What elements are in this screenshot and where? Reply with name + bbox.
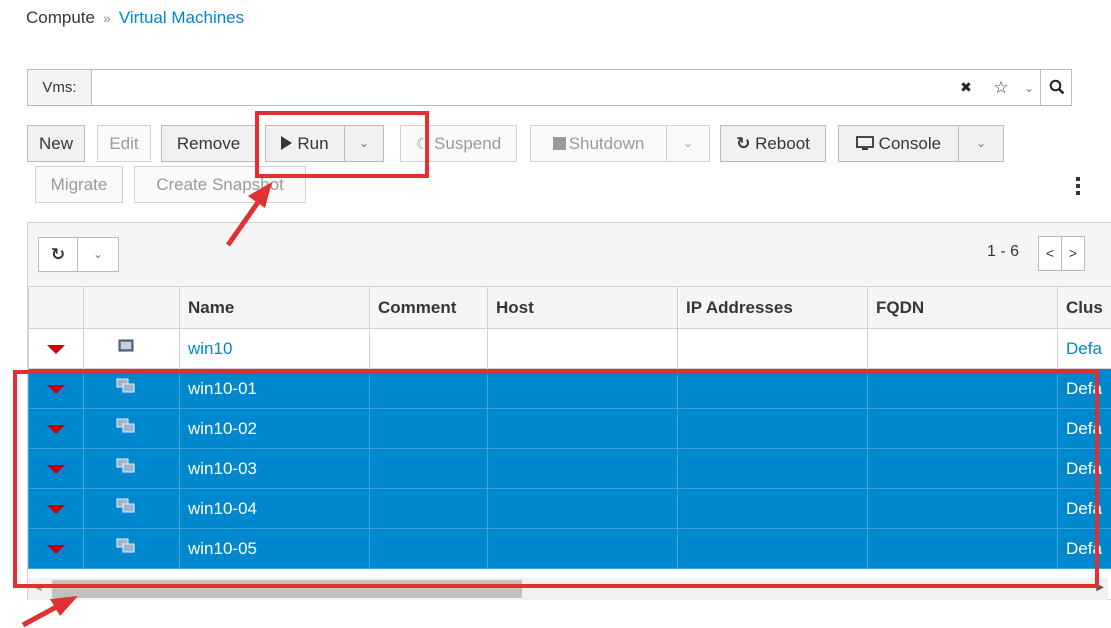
search-icon bbox=[1049, 79, 1064, 95]
console-dropdown-button[interactable]: ⌄ bbox=[958, 125, 1004, 162]
chevron-down-icon: ⌄ bbox=[975, 136, 987, 150]
type-cell bbox=[83, 328, 180, 369]
chevron-down-icon: ⌄ bbox=[1023, 81, 1035, 95]
vm-down-icon bbox=[47, 344, 65, 354]
ip-cell bbox=[677, 328, 868, 369]
chevron-left-icon: < bbox=[1045, 245, 1055, 261]
status-cell bbox=[28, 328, 84, 369]
column-ip-addresses[interactable]: IP Addresses bbox=[677, 286, 868, 329]
column-name[interactable]: Name bbox=[179, 286, 370, 329]
reboot-label: Reboot bbox=[755, 134, 810, 153]
vm-icon bbox=[116, 338, 136, 354]
column-status[interactable] bbox=[28, 286, 84, 329]
edit-button[interactable]: Edit bbox=[97, 125, 151, 162]
reboot-icon: ↻ bbox=[736, 134, 751, 153]
comment-cell bbox=[369, 328, 488, 369]
migrate-button[interactable]: Migrate bbox=[35, 166, 123, 203]
close-icon: ✖ bbox=[960, 79, 972, 95]
shutdown-button[interactable]: Shutdown bbox=[530, 125, 667, 162]
chevron-down-icon: ⌄ bbox=[682, 136, 694, 150]
run-highlight-box bbox=[255, 111, 429, 178]
column-type[interactable] bbox=[83, 286, 180, 329]
breadcrumb-current[interactable]: Virtual Machines bbox=[119, 8, 244, 27]
table-header-row: Name Comment Host IP Addresses FQDN Clus bbox=[28, 286, 1111, 329]
chevron-down-icon: ⌄ bbox=[92, 247, 104, 261]
search-bar: Vms: ✖ ☆ ⌄ bbox=[27, 69, 1072, 106]
console-label: Console bbox=[878, 134, 942, 153]
refresh-dropdown-button[interactable]: ⌄ bbox=[77, 237, 119, 272]
reboot-button[interactable]: ↻ Reboot bbox=[720, 125, 826, 162]
column-cluster[interactable]: Clus bbox=[1057, 286, 1111, 329]
name-cell[interactable]: win10 bbox=[179, 328, 370, 369]
bookmark-button[interactable]: ☆ bbox=[984, 70, 1018, 105]
chevron-right-icon: > bbox=[1068, 245, 1078, 261]
search-button[interactable] bbox=[1040, 70, 1072, 105]
breadcrumb: Compute » Virtual Machines bbox=[26, 8, 244, 28]
star-icon: ☆ bbox=[993, 78, 1009, 97]
console-button[interactable]: Console bbox=[838, 125, 959, 162]
selection-highlight-box bbox=[13, 370, 1099, 588]
arrow-to-scrollbar-icon bbox=[21, 596, 78, 628]
column-host[interactable]: Host bbox=[487, 286, 678, 329]
host-cell bbox=[487, 328, 678, 369]
shutdown-label: Shutdown bbox=[568, 134, 645, 153]
grid-toolbar: ↻ ⌄ 1 - 6 < > bbox=[28, 223, 1111, 287]
prev-page-button[interactable]: < bbox=[1038, 236, 1062, 271]
refresh-button[interactable]: ↻ bbox=[38, 237, 78, 272]
remove-button[interactable]: Remove bbox=[161, 125, 256, 162]
new-button[interactable]: New bbox=[27, 125, 85, 162]
bookmark-dropdown-button[interactable]: ⌄ bbox=[1018, 70, 1040, 105]
column-comment[interactable]: Comment bbox=[369, 286, 488, 329]
next-page-button[interactable]: > bbox=[1061, 236, 1085, 271]
fqdn-cell bbox=[867, 328, 1058, 369]
pager-range: 1 - 6 bbox=[986, 243, 1019, 260]
breadcrumb-parent[interactable]: Compute bbox=[26, 8, 95, 27]
cluster-cell[interactable]: Defa bbox=[1057, 328, 1111, 369]
column-fqdn[interactable]: FQDN bbox=[867, 286, 1058, 329]
search-label: Vms: bbox=[28, 70, 92, 105]
clear-search-button[interactable]: ✖ bbox=[948, 70, 984, 105]
shutdown-dropdown-button[interactable]: ⌄ bbox=[666, 125, 710, 162]
search-input[interactable] bbox=[92, 70, 946, 105]
refresh-icon: ↻ bbox=[50, 245, 66, 264]
more-actions-kebab-icon[interactable] bbox=[1072, 175, 1084, 199]
suspend-label: Suspend bbox=[434, 134, 502, 153]
table-row[interactable]: win10 Defa bbox=[28, 328, 1111, 369]
breadcrumb-separator: » bbox=[102, 10, 111, 26]
stop-icon bbox=[552, 137, 566, 150]
monitor-icon bbox=[856, 136, 874, 150]
